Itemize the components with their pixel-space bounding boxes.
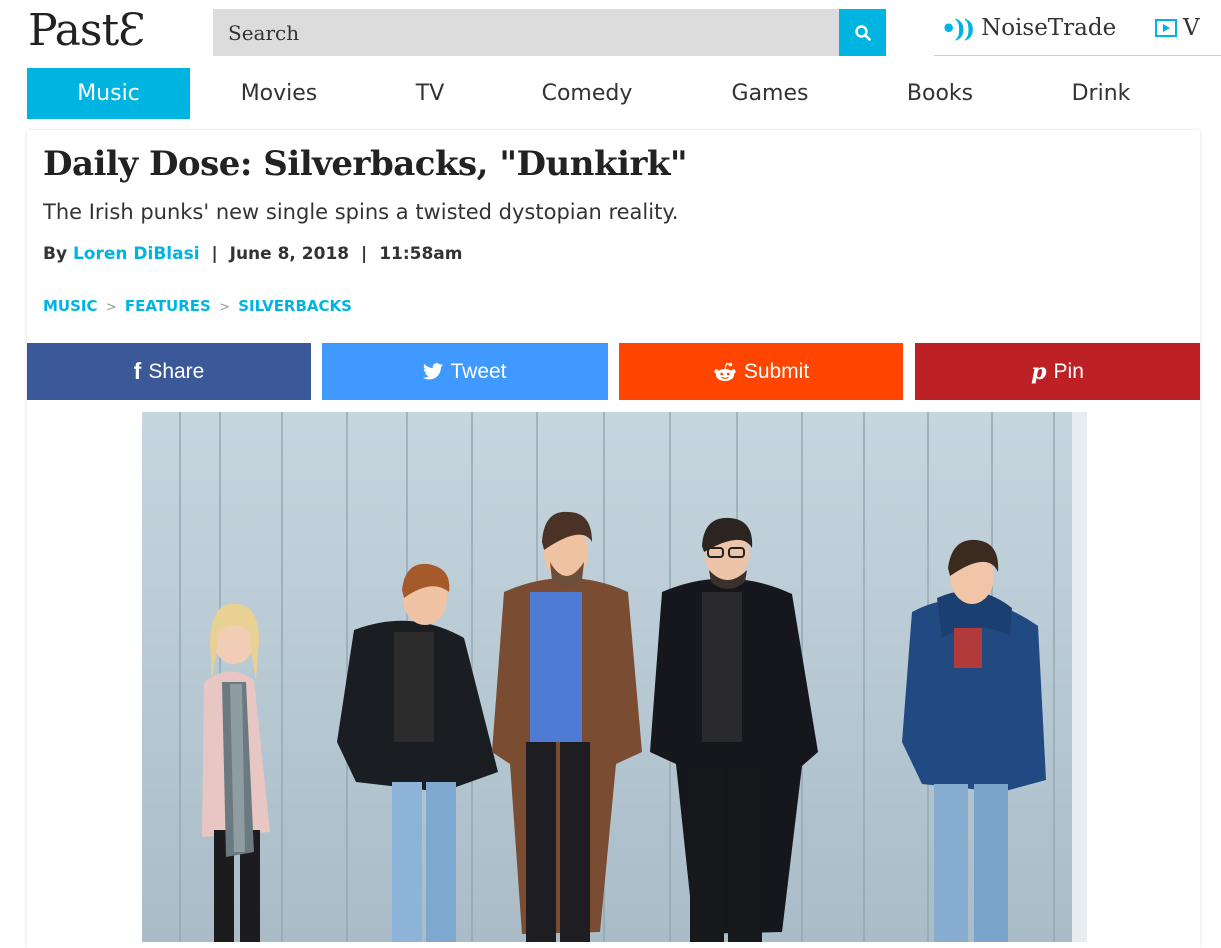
- pinterest-pin-button[interactable]: p Pin: [915, 343, 1200, 400]
- byline: By Loren DiBlasi | June 8, 2018 | 11:58a…: [43, 244, 463, 264]
- video-link[interactable]: V: [1155, 8, 1200, 48]
- pinterest-icon: p: [1031, 358, 1047, 385]
- nav-item-books[interactable]: Books: [878, 68, 1002, 119]
- article-title: Daily Dose: Silverbacks, "Dunkirk": [43, 144, 688, 184]
- publish-date: June 8, 2018: [229, 244, 350, 264]
- nav-item-tv[interactable]: TV: [378, 68, 482, 119]
- reddit-submit-label: Submit: [743, 359, 810, 383]
- breadcrumb: MUSIC > FEATURES > SILVERBACKS: [43, 297, 352, 315]
- byline-prefix: By: [43, 244, 68, 264]
- paste-logo[interactable]: PastƐ: [28, 6, 146, 56]
- search-bar: [213, 9, 886, 56]
- facebook-icon: f: [133, 358, 142, 384]
- video-play-icon: [1155, 19, 1177, 37]
- noisetrade-icon: •)): [941, 13, 975, 43]
- nav-item-movies[interactable]: Movies: [212, 68, 346, 119]
- nav-item-drink[interactable]: Drink: [1040, 68, 1162, 119]
- reddit-submit-button[interactable]: Submit: [619, 343, 903, 400]
- article-card: Daily Dose: Silverbacks, "Dunkirk" The I…: [27, 130, 1200, 948]
- breadcrumb-music[interactable]: MUSIC: [43, 297, 98, 315]
- article-subtitle: The Irish punks' new single spins a twis…: [43, 200, 679, 224]
- video-label: V: [1183, 15, 1200, 41]
- search-icon: [854, 24, 871, 41]
- main-nav: Music Movies TV Comedy Games Books Drink: [0, 68, 1221, 119]
- byline-separator: |: [361, 244, 368, 264]
- share-buttons: f Share Tweet Submit p Pin: [27, 343, 1200, 400]
- facebook-share-button[interactable]: f Share: [27, 343, 311, 400]
- byline-separator: |: [211, 244, 218, 264]
- top-bar: PastƐ •)) NoiseTrade V: [0, 0, 1221, 64]
- search-button[interactable]: [839, 9, 886, 56]
- facebook-share-label: Share: [148, 359, 205, 383]
- noisetrade-label: NoiseTrade: [981, 15, 1117, 41]
- twitter-icon: [423, 363, 444, 380]
- band-photo: [142, 412, 1087, 942]
- author-link[interactable]: Loren DiBlasi: [73, 244, 200, 264]
- nav-item-music[interactable]: Music: [27, 68, 190, 119]
- pinterest-pin-label: Pin: [1053, 359, 1084, 383]
- publish-time: 11:58am: [379, 244, 463, 264]
- twitter-tweet-button[interactable]: Tweet: [322, 343, 608, 400]
- breadcrumb-separator: >: [105, 300, 117, 315]
- nav-item-comedy[interactable]: Comedy: [510, 68, 664, 119]
- breadcrumb-silverbacks[interactable]: SILVERBACKS: [238, 297, 352, 315]
- header-divider: [934, 55, 1221, 56]
- nav-item-games[interactable]: Games: [700, 68, 840, 119]
- reddit-icon: [713, 362, 737, 382]
- article-hero-image: [142, 412, 1087, 942]
- breadcrumb-features[interactable]: FEATURES: [125, 297, 211, 315]
- twitter-tweet-label: Tweet: [450, 359, 507, 383]
- breadcrumb-separator: >: [219, 300, 230, 315]
- noisetrade-link[interactable]: •)) NoiseTrade: [941, 8, 1116, 48]
- search-input[interactable]: [213, 9, 839, 56]
